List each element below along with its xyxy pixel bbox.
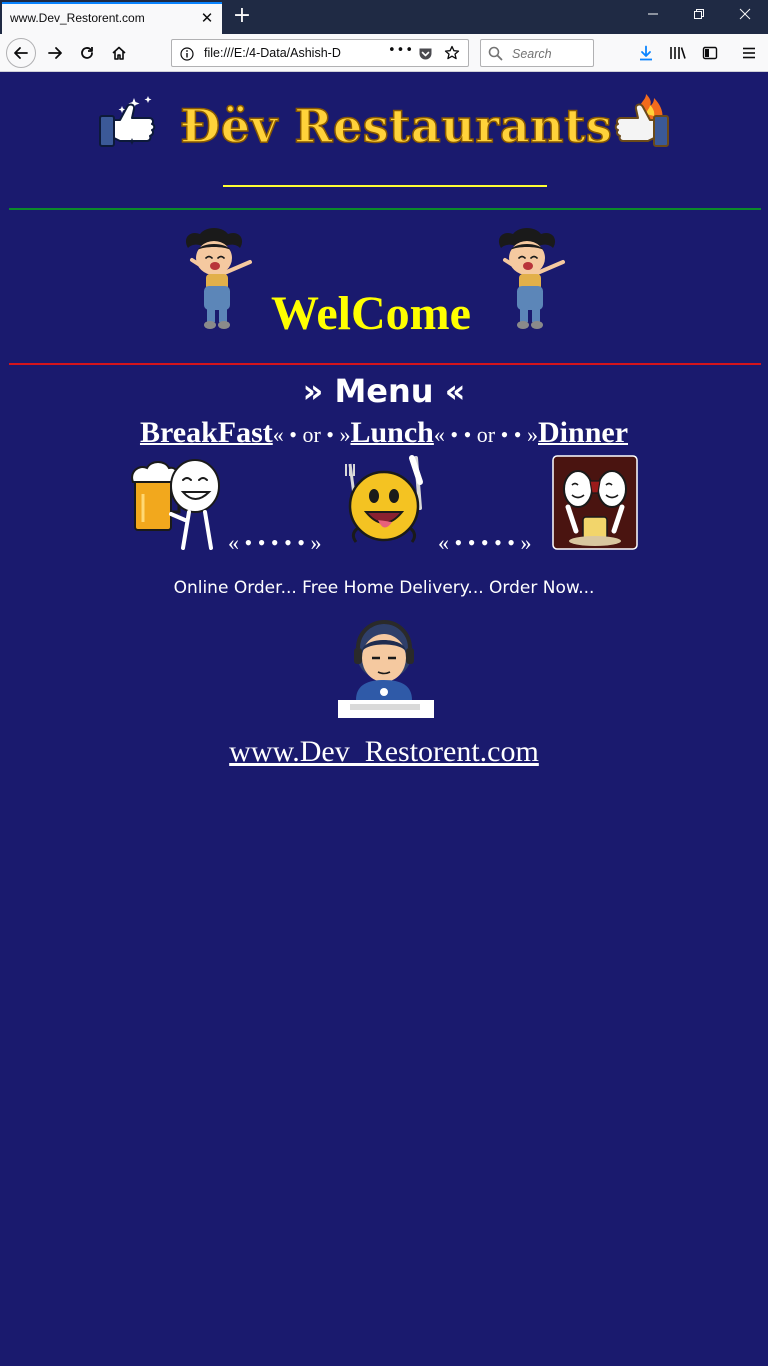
site-info-icon[interactable] xyxy=(180,46,194,65)
url-text[interactable]: file:///E:/4-Data/Ashish-D xyxy=(204,46,380,60)
thumbs-up-fire-icon xyxy=(610,94,672,154)
dinner-link[interactable]: Dinner xyxy=(538,416,628,449)
hungry-smiley-image xyxy=(336,454,434,554)
page-actions-icon[interactable]: ••• xyxy=(388,43,414,58)
dots-separator: « • • • • • » xyxy=(228,530,322,555)
minimize-icon[interactable] xyxy=(630,0,676,34)
pocket-icon[interactable] xyxy=(418,46,433,65)
title-underline xyxy=(223,185,547,187)
divider-green xyxy=(9,208,761,210)
thumbs-up-sparkle-icon xyxy=(98,94,160,154)
restore-icon[interactable] xyxy=(676,0,722,34)
forward-arrow-icon[interactable] xyxy=(40,38,70,68)
site-title: Đëv Restaurants xyxy=(179,98,613,154)
menu-heading: » Menu « xyxy=(302,372,466,410)
page-content: Đëv Restaurants WelCome » Menu « BreakFa… xyxy=(0,72,768,1366)
reload-icon[interactable] xyxy=(72,38,102,68)
tab-title: www.Dev_Restorent.com xyxy=(10,11,145,25)
dancing-girl-image-left xyxy=(170,228,260,334)
site-url-link[interactable]: www.Dev_Restorent.com xyxy=(0,732,768,772)
divider-red xyxy=(9,363,761,365)
close-window-icon[interactable] xyxy=(722,0,768,34)
search-bar[interactable]: Search xyxy=(480,39,594,67)
beer-cheers-image xyxy=(125,454,227,556)
promo-tagline: Online Order... Free Home Delivery... Or… xyxy=(173,578,595,598)
meal-separator: « • or • » xyxy=(272,422,351,447)
meal-separator: « • • or • • » xyxy=(433,422,539,447)
lunch-link[interactable]: Lunch xyxy=(350,416,433,449)
breakfast-link[interactable]: BreakFast xyxy=(140,416,273,449)
back-arrow-icon[interactable] xyxy=(6,38,36,68)
welcome-heading: WelCome xyxy=(271,287,471,340)
sidebar-icon[interactable] xyxy=(699,42,721,64)
coder-avatar-image xyxy=(334,618,436,722)
dancing-girl-image-right xyxy=(483,228,573,334)
url-bar[interactable]: file:///E:/4-Data/Ashish-D ••• xyxy=(171,39,469,67)
meal-links-row: BreakFast« • or • »Lunch« • • or • • »Di… xyxy=(0,412,768,459)
home-icon[interactable] xyxy=(104,38,134,68)
hamburger-menu-icon[interactable] xyxy=(738,42,760,64)
search-placeholder: Search xyxy=(512,47,552,61)
search-icon xyxy=(488,46,503,65)
dinner-couple-image xyxy=(552,455,638,554)
dots-separator: « • • • • • » xyxy=(438,530,532,555)
bookmark-star-icon[interactable] xyxy=(444,45,460,65)
browser-navbar: file:///E:/4-Data/Ashish-D ••• Search xyxy=(0,34,768,72)
close-tab-icon[interactable]: ✕ xyxy=(198,9,216,27)
library-icon[interactable] xyxy=(667,42,689,64)
browser-tab[interactable]: www.Dev_Restorent.com ✕ xyxy=(2,2,222,34)
download-icon[interactable] xyxy=(635,42,657,64)
browser-titlebar: www.Dev_Restorent.com ✕ + xyxy=(0,0,768,34)
new-tab-icon[interactable]: + xyxy=(230,4,254,28)
